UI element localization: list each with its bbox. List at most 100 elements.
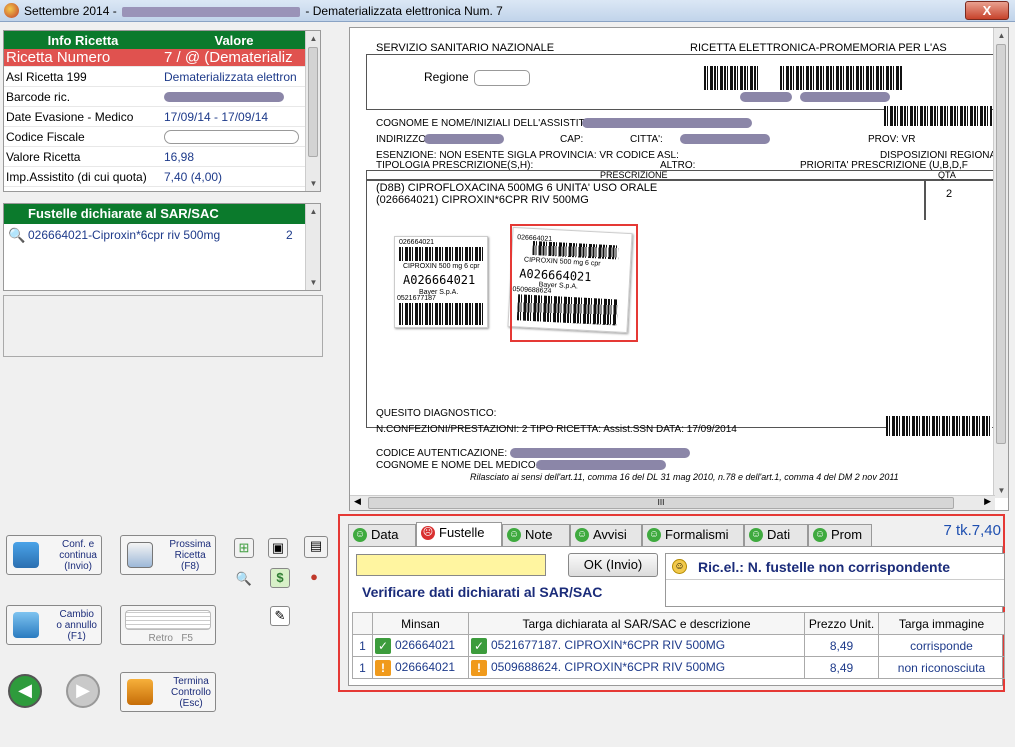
verify-instruction: Verificare dati dichiarati al SAR/SAC [362,584,603,600]
forward-circle-icon[interactable]: ▶ [66,674,100,708]
price-icon[interactable]: $ [270,568,290,588]
info-ricetta-table: Info Ricetta Valore Ricetta Numero 7 / @… [4,31,306,187]
grid-icon[interactable]: ⊞ [234,538,254,558]
tab-fustelle[interactable]: ☹ Fustelle [416,522,502,546]
app-logo-icon [4,3,19,18]
confirm-icon [13,542,39,568]
info-row[interactable]: Codice Fiscale [4,126,306,147]
info-header-label: Info Ricetta [4,31,162,49]
close-button[interactable]: X [965,1,1009,20]
scroll-down-icon[interactable]: ▼ [306,275,320,290]
qty-divider [924,180,926,220]
print-icon[interactable]: ▣ [268,538,288,558]
end-control-button[interactable]: Termina Controllo (Esc) [120,672,216,712]
retro-card-icon [125,610,211,630]
redacted-area [164,92,284,103]
info-row[interactable]: Date Evasione - Medico 17/09/14 - 17/09/… [4,106,306,127]
barcode-image [399,247,483,261]
tab-avvisi[interactable]: ☺ Avvisi [570,524,642,546]
window-title: Settembre 2014 - - Dematerializzata elet… [24,4,503,18]
fustelle-item[interactable]: 🔍 026664021-Ciproxin*6cpr riv 500mg 2 [4,225,306,245]
redacted-area [164,129,299,144]
control-tabs-panel: ☺ Data ☹ Fustelle ☺ Note ☺ Avvisi ☺ Formalism… [338,514,1005,692]
check-icon: ✓ [375,637,391,654]
fustelle-scrollbar[interactable]: ▲ ▼ [305,204,320,290]
ok-button[interactable]: OK (Invio) [568,553,658,577]
info-row[interactable]: Valore Ricetta 16,98 [4,146,306,167]
barcode-image [884,106,992,126]
redacted-area [680,134,770,144]
scroll-thumb[interactable]: III [368,497,954,509]
empty-panel [3,295,323,357]
redacted-area [424,134,504,144]
next-prescription-button[interactable]: Prossima Ricetta (F8) [120,535,216,575]
image-vertical-scrollbar[interactable]: ▲ ▼ [993,28,1008,498]
scroll-up-icon[interactable]: ▲ [306,204,320,219]
info-row[interactable]: Barcode ric. [4,86,306,107]
tab-formalismi[interactable]: ☺ Formalismi [642,524,744,546]
scroll-up-icon[interactable]: ▲ [994,28,1008,43]
tab-data[interactable]: ☺ Data [348,524,416,546]
tab-dati[interactable]: ☺ Dati [744,524,808,546]
prescription-header-box [366,170,996,180]
redacted-area [122,6,301,17]
annotation-highlight [510,224,638,342]
message-box: ☺ Ric.el.: N. fustelle non corrispondent… [665,553,1005,607]
magnifier-icon[interactable]: 🔍 [8,227,25,243]
globe-icon[interactable]: ● [304,568,324,588]
redacted-area [740,92,792,102]
info-row[interactable]: Asl Ricetta 199 Dematerializzata elettro… [4,66,306,87]
info-row[interactable]: Imp.Assistito (di cui quota) 7,40 (4,00) [4,166,306,187]
change-cancel-button[interactable]: Cambio o annullo (F1) [6,605,102,645]
info-header-value: Valore [162,31,306,49]
redacted-area [582,118,752,128]
info-row[interactable]: Ricetta Numero 7 / @ (Dematerializ [4,49,306,67]
fustelle-grid: Minsan Targa dichiarata al SAR/SAC e des… [352,612,1005,679]
scroll-thumb[interactable] [996,44,1006,444]
scroll-up-icon[interactable]: ▲ [306,31,320,46]
back-circle-icon[interactable]: ◀ [8,674,42,708]
prescription-document: SERVIZIO SANITARIO NAZIONALE RICETTA ELE… [360,36,1004,494]
scroll-down-icon[interactable]: ▼ [306,176,320,191]
exit-icon [127,679,153,705]
smile-green-icon: ☺ [507,528,521,542]
scanner-icon[interactable]: ▤ [304,536,328,558]
scroll-thumb[interactable] [308,47,318,157]
table-row[interactable]: 1 ✓ 026664021 ✓ 0521677187. CIPROXIN*6CPR … [352,634,1005,657]
image-horizontal-scrollbar[interactable]: ◀ III ▶ [350,495,995,510]
warning-icon: ! [471,659,487,676]
edit-icon[interactable]: ✎ [270,606,290,626]
ticket-info: 7 tk.7,40 [943,522,1001,539]
confirm-continue-button[interactable]: Conf. e continua (Invio) [6,535,102,575]
smile-green-icon: ☺ [647,528,661,542]
redacted-area [474,70,530,86]
info-scrollbar[interactable]: ▲ ▼ [305,31,320,191]
retro-button[interactable]: Retro F5 [120,605,216,645]
smile-green-icon: ☺ [813,528,827,542]
scroll-left-icon[interactable]: ◀ [354,496,361,507]
prescription-image-viewer[interactable]: SERVIZIO SANITARIO NAZIONALE RICETTA ELE… [349,27,1009,511]
tab-note[interactable]: ☺ Note [502,524,570,546]
scroll-down-icon[interactable]: ▼ [994,483,1008,498]
scroll-right-icon[interactable]: ▶ [984,496,991,507]
message-row: ☺ Ric.el.: N. fustelle non corrispondent… [666,554,1004,580]
smile-red-icon: ☹ [421,526,435,540]
table-row[interactable]: 1 ! 026664021 ! 0509688624. CIPROXIN*6CPR … [352,656,1005,679]
redacted-area [510,448,690,458]
barcode-image [399,303,483,325]
fustella-sticker: 026664021 CIPROXIN 500 mg 6 cpr A0266640… [394,236,488,328]
zoom-icon[interactable]: 🔍 [234,570,254,590]
smile-yellow-icon: ☺ [672,559,687,574]
fustella-code-input[interactable] [356,554,546,576]
tab-prom[interactable]: ☺ Prom [808,524,872,546]
fustelle-header: Fustelle dichiarate al SAR/SAC [4,204,306,224]
recycle-icon [13,612,39,638]
redacted-area [800,92,890,102]
barcode-image [886,416,992,436]
smile-green-icon: ☺ [353,528,367,542]
window-titlebar: Settembre 2014 - - Dematerializzata elet… [0,0,1015,22]
info-ricetta-panel: Info Ricetta Valore Ricetta Numero 7 / @… [3,30,321,192]
check-icon: ✓ [471,637,487,654]
barcode-image [780,66,902,90]
smile-green-icon: ☺ [749,528,763,542]
